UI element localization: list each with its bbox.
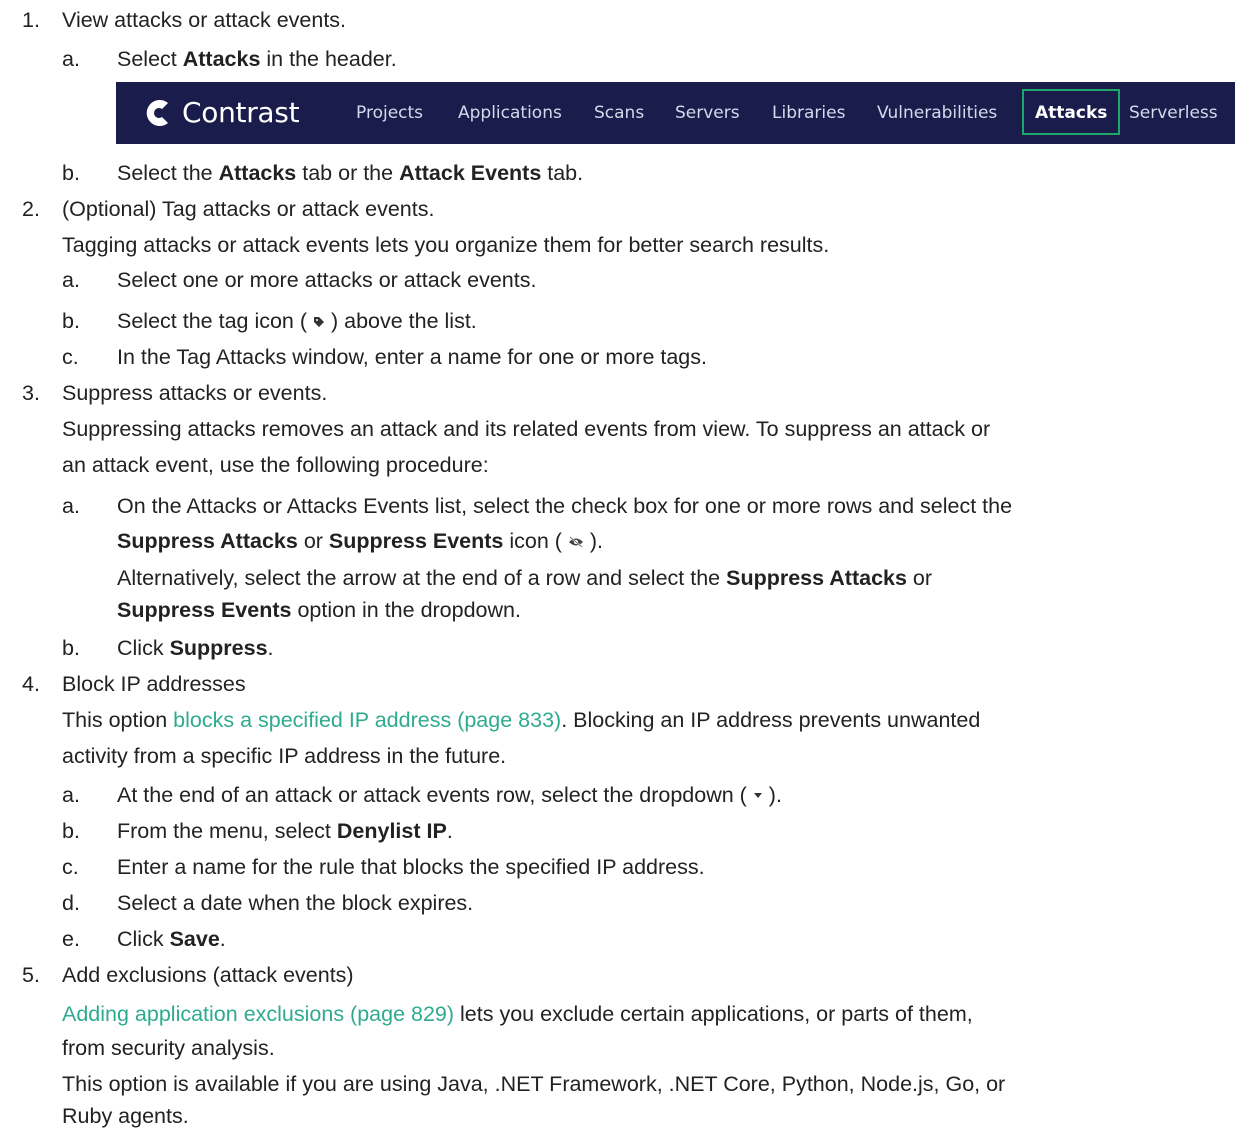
step-2c-letter: c.	[62, 345, 79, 369]
contrast-header-bar: Contrast Projects Applications Scans Ser…	[116, 82, 1235, 144]
step-1b-letter: b.	[62, 161, 80, 185]
step-5-description-line2: from security analysis.	[62, 1036, 275, 1060]
step-3-description-line1: Suppressing attacks removes an attack an…	[62, 417, 991, 441]
nav-serverless[interactable]: Serverless	[1129, 103, 1218, 123]
step-4-title: Block IP addresses	[62, 672, 246, 696]
nav-attacks[interactable]: Attacks	[1022, 89, 1121, 135]
step-4a-letter: a.	[62, 783, 80, 807]
tag-icon	[314, 317, 324, 328]
step-3b-letter: b.	[62, 636, 80, 660]
step-1a-letter: a.	[62, 47, 80, 71]
caret-down-icon	[753, 793, 762, 799]
contrast-logo-icon	[146, 99, 168, 126]
nav-projects[interactable]: Projects	[356, 103, 423, 123]
nav-scans[interactable]: Scans	[594, 103, 644, 123]
block-ip-link[interactable]: blocks a specified IP address (page 833)	[173, 708, 561, 732]
step-4b-text: From the menu, select Denylist IP.	[117, 819, 453, 843]
contrast-logo[interactable]: Contrast	[140, 96, 300, 129]
step-3-number: 3.	[22, 381, 40, 405]
step-3a-line1: On the Attacks or Attacks Events list, s…	[117, 494, 1013, 518]
nav-libraries[interactable]: Libraries	[772, 103, 845, 123]
step-2a-text: Select one or more attacks or attack eve…	[117, 268, 537, 292]
step-2-title: (Optional) Tag attacks or attack events.	[62, 197, 435, 221]
step-4e-letter: e.	[62, 927, 80, 951]
application-exclusions-link[interactable]: Adding application exclusions (page 829)	[62, 1002, 454, 1026]
step-4d-text: Select a date when the block expires.	[117, 891, 474, 915]
step-5-description-line3: This option is available if you are usin…	[62, 1072, 1006, 1096]
step-1-title: View attacks or attack events.	[62, 8, 347, 32]
step-1-number: 1.	[22, 8, 40, 32]
step-3a-letter: a.	[62, 494, 80, 518]
step-3b-text: Click Suppress.	[117, 636, 274, 660]
step-3a-alt-line2: Suppress Events option in the dropdown.	[117, 598, 521, 622]
step-4-number: 4.	[22, 672, 40, 696]
step-3-title: Suppress attacks or events.	[62, 381, 328, 405]
step-4e-text: Click Save.	[117, 927, 226, 951]
step-4b-letter: b.	[62, 819, 80, 843]
step-2-number: 2.	[22, 197, 40, 221]
step-3a-alt-line1: Alternatively, select the arrow at the e…	[117, 566, 933, 590]
step-3-description-line2: an attack event, use the following proce…	[62, 453, 489, 477]
step-2c-text: In the Tag Attacks window, enter a name …	[117, 345, 707, 369]
step-4-description-line1: This option blocks a specified IP addres…	[62, 708, 981, 732]
step-4c-text: Enter a name for the rule that blocks th…	[117, 855, 705, 879]
step-1b-text: Select the Attacks tab or the Attack Eve…	[117, 161, 584, 185]
nav-applications[interactable]: Applications	[458, 103, 562, 123]
nav-vulnerabilities[interactable]: Vulnerabilities	[877, 103, 997, 123]
step-5-number: 5.	[22, 963, 40, 987]
nav-servers[interactable]: Servers	[675, 103, 740, 123]
step-5-title: Add exclusions (attack events)	[62, 963, 354, 987]
step-2b-letter: b.	[62, 309, 80, 333]
step-2-description: Tagging attacks or attack events lets yo…	[62, 233, 830, 257]
eye-slash-icon	[568, 536, 583, 548]
step-4-description-line2: activity from a specific IP address in t…	[62, 744, 507, 768]
step-2a-letter: a.	[62, 268, 80, 292]
step-4c-letter: c.	[62, 855, 79, 879]
step-5-description-line4: Ruby agents.	[62, 1104, 189, 1128]
step-5-description-line1: Adding application exclusions (page 829)…	[62, 1002, 973, 1026]
step-3a-line2: Suppress Attacks or Suppress Events icon…	[117, 529, 604, 553]
step-2b-text: Select the tag icon ( ) above the list.	[117, 309, 477, 333]
step-4a-text: At the end of an attack or attack events…	[117, 783, 782, 807]
step-4d-letter: d.	[62, 891, 80, 915]
logo-text: Contrast	[182, 96, 300, 129]
step-1a-text: Select Attacks in the header.	[117, 47, 397, 71]
